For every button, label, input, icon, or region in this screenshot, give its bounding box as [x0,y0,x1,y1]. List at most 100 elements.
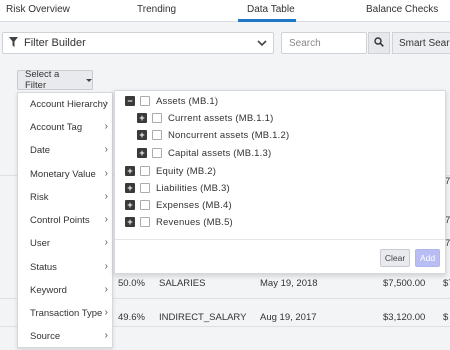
menu-item-status[interactable]: Status › [18,256,114,279]
chevron-right-icon: › [104,284,108,295]
menu-item-date[interactable]: Date › [18,139,114,162]
menu-item-label: Transaction Type [30,308,103,319]
smart-search-button[interactable]: Smart Search [392,32,450,54]
top-nav: Risk Overview Trending Data Table Balanc… [0,0,450,22]
chevron-right-icon: › [104,121,108,132]
select-filter-label: Select a Filter [25,69,60,91]
expand-icon[interactable]: + [125,200,135,210]
menu-item-control-points[interactable]: Control Points › [18,209,114,232]
table-cell-account: SALARIES [159,278,206,289]
active-tab-indicator [238,19,296,22]
chevron-right-icon: › [104,98,108,109]
chevron-right-icon: › [104,261,108,272]
menu-item-monetary-value[interactable]: Monetary Value › [18,163,114,186]
tree-node-label: Expenses (MB.4) [156,199,232,211]
menu-item-label: Monetary Value [30,169,96,180]
table-cell-date: May 19, 2018 [260,278,318,289]
chevron-right-icon: › [104,191,108,202]
menu-item-label: Risk [30,192,49,203]
tab-trending[interactable]: Trending [137,4,176,15]
menu-item-label: User [30,238,51,249]
table-cell-date: Aug 19, 2017 [260,312,317,323]
tab-data-table[interactable]: Data Table [247,4,295,15]
panel-divider [115,239,445,240]
menu-item-risk[interactable]: Risk › [18,186,114,209]
table-cell-extra: $ [443,312,449,323]
checkbox[interactable] [140,166,150,176]
tree-node-assets: − Assets (MB.1) [125,93,218,109]
tree-node-label: Liabilities (MB.3) [156,182,230,194]
menu-item-user[interactable]: User › [18,232,114,255]
menu-item-label: Keyword [30,285,67,296]
table-cell-amount: $3,120.00 [383,312,426,323]
checkbox[interactable] [140,200,150,210]
filter-category-menu: Account Hierarchy › Account Tag › Date › Mo… [17,92,113,348]
table-row[interactable]: 50.0% SALARIES May 19, 2018 $7,500.00 $7 [112,278,450,308]
chevron-down-icon [257,39,267,50]
tree-node-equity: + Equity (MB.2) [125,163,216,179]
checkbox[interactable] [140,183,150,193]
menu-item-keyword[interactable]: Keyword › [18,279,114,302]
table-cell-percent: 50.0% [118,278,145,289]
tree-node-label: Equity (MB.2) [156,165,217,177]
tab-balance-checks[interactable]: Balance Checks [366,4,438,15]
account-hierarchy-panel: − Assets (MB.1) + Current assets (MB.1.1… [114,90,446,274]
menu-item-account-tag[interactable]: Account Tag › [18,116,114,139]
tree-node-label: Revenues (MB.5) [156,216,233,228]
select-filter-button[interactable]: Select a Filter [17,69,93,91]
table-cell-amount: $7,500.00 [383,278,426,289]
clear-button[interactable]: Clear [380,249,410,267]
table-row[interactable]: 49.6% INDIRECT_SALARY Aug 19, 2017 $3,12… [112,312,450,342]
chevron-right-icon: › [104,237,108,248]
collapse-icon[interactable]: − [125,96,135,106]
menu-item-label: Account Tag [30,122,83,133]
checkbox[interactable] [152,113,162,123]
checkbox[interactable] [140,217,150,227]
tree-node-liabilities: + Liabilities (MB.3) [125,180,230,196]
menu-item-label: Status [30,262,57,273]
tree-node-capital-assets: + Capital assets (MB.1.3) [137,145,271,161]
expand-icon[interactable]: + [125,166,135,176]
tree-node-label: Assets (MB.1) [156,95,219,107]
caret-down-icon [86,78,92,82]
checkbox[interactable] [140,96,150,106]
tree-node-noncurrent-assets: + Noncurrent assets (MB.1.2) [137,127,289,143]
menu-item-label: Date [30,145,51,156]
search-icon [374,36,384,50]
filter-builder-dropdown[interactable]: Filter Builder [2,32,274,54]
funnel-icon [9,36,18,50]
menu-item-label: Control Points [30,215,90,226]
menu-item-transaction-type[interactable]: Transaction Type › [18,302,114,325]
expand-icon[interactable]: + [137,148,147,158]
checkbox[interactable] [152,148,162,158]
tree-node-label: Current assets (MB.1.1) [168,112,274,124]
chevron-right-icon: › [104,144,108,155]
menu-item-source[interactable]: Source › [18,325,114,348]
tree-node-current-assets: + Current assets (MB.1.1) [137,110,273,126]
add-button[interactable]: Add [415,249,440,267]
table-cell-percent: 49.6% [118,312,145,323]
expand-icon[interactable]: + [125,217,135,227]
menu-item-label: Account Hierarchy [30,99,108,110]
filter-builder-label: Filter Builder [24,37,86,49]
expand-icon[interactable]: + [137,130,147,140]
tab-risk-overview[interactable]: Risk Overview [6,4,70,15]
menu-item-label: Source [30,331,61,342]
menu-item-account-hierarchy[interactable]: Account Hierarchy › [18,93,114,116]
expand-icon[interactable]: + [125,183,135,193]
table-cell-account: INDIRECT_SALARY [159,312,247,323]
tree-node-label: Noncurrent assets (MB.1.2) [168,129,290,141]
tree-node-revenues: + Revenues (MB.5) [125,214,233,230]
table-cell-extra: $7 [443,278,450,289]
tree-node-label: Capital assets (MB.1.3) [168,147,272,159]
tree-node-expenses: + Expenses (MB.4) [125,197,232,213]
chevron-right-icon: › [104,307,108,318]
search-input[interactable] [281,32,367,54]
chevron-right-icon: › [104,214,108,225]
filter-builder-row: Filter Builder Smart Search [0,30,450,56]
checkbox[interactable] [152,130,162,140]
search-button[interactable] [368,32,390,54]
expand-icon[interactable]: + [137,113,147,123]
chevron-right-icon: › [104,168,108,179]
chevron-right-icon: › [104,330,108,341]
